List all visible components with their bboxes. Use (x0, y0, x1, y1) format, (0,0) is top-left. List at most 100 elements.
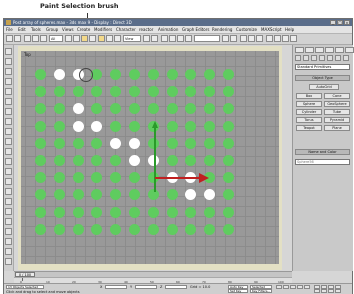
particles-icon[interactable] (5, 168, 12, 175)
material-editor-icon[interactable] (266, 35, 273, 42)
sphere[interactable] (35, 137, 46, 149)
patch-grid-icon[interactable] (5, 178, 12, 185)
selection-filter-dropdown[interactable]: All (49, 35, 63, 42)
sphere[interactable] (166, 223, 178, 235)
display-icon[interactable] (5, 138, 12, 145)
hierarchy-tab-icon[interactable] (315, 47, 324, 53)
menu-animation[interactable]: Animation (158, 26, 178, 33)
menu-group[interactable]: Group (46, 26, 58, 33)
sphere[interactable] (147, 69, 159, 80)
sphere[interactable] (223, 155, 234, 166)
hierarchy-icon[interactable] (5, 118, 12, 125)
undo-icon[interactable] (6, 35, 13, 42)
sphere[interactable] (166, 69, 178, 80)
mirror-icon[interactable] (222, 35, 229, 42)
tab-panel-icon[interactable] (5, 48, 12, 55)
field-of-view-icon[interactable] (314, 289, 320, 293)
pyramid-button[interactable]: Pyramid (324, 117, 350, 123)
sphere[interactable] (110, 120, 122, 132)
unlink-icon[interactable] (32, 35, 39, 42)
sphere[interactable] (185, 206, 197, 218)
redo-icon[interactable] (14, 35, 21, 42)
reactor-icon[interactable] (5, 218, 12, 225)
select-manipulate-icon[interactable] (151, 35, 158, 42)
sphere[interactable] (223, 223, 234, 235)
previous-frame-icon[interactable] (283, 285, 289, 289)
sphere[interactable] (147, 223, 159, 235)
shapes-icon[interactable] (303, 55, 309, 61)
sphere[interactable] (72, 189, 84, 201)
set-key-button[interactable]: Set Key (228, 289, 248, 293)
snaps-toggle-icon[interactable] (161, 35, 168, 42)
render-setup-icon[interactable] (274, 35, 281, 42)
sphere[interactable] (204, 137, 216, 149)
sphere-selected[interactable] (110, 137, 122, 149)
sphere[interactable] (53, 120, 65, 132)
go-to-end-icon[interactable] (304, 285, 310, 289)
play-icon[interactable] (290, 285, 296, 289)
sphere[interactable] (223, 69, 234, 80)
sphere-selected[interactable] (72, 120, 84, 132)
camera-match-icon[interactable] (5, 258, 12, 265)
sphere[interactable] (185, 120, 197, 132)
systems-icon[interactable] (5, 248, 12, 255)
cylinder-button[interactable]: Cylinder (296, 109, 322, 115)
menu-create[interactable]: Create (77, 26, 90, 33)
go-to-start-icon[interactable] (276, 285, 282, 289)
menu-help[interactable]: Help (285, 26, 294, 33)
menu-customize[interactable]: Customize (236, 26, 257, 33)
sphere-button[interactable]: Sphere (296, 101, 322, 107)
sphere[interactable] (72, 137, 84, 149)
sphere[interactable] (53, 172, 65, 184)
menu-reactor[interactable]: reactor (139, 26, 153, 33)
layer-manager-icon[interactable] (240, 35, 247, 42)
sphere[interactable] (166, 86, 178, 98)
sphere[interactable] (223, 137, 234, 149)
next-frame-icon[interactable] (297, 285, 303, 289)
motion-icon[interactable] (5, 128, 12, 135)
nurbs-icon[interactable] (5, 188, 12, 195)
sphere[interactable] (166, 189, 178, 201)
sphere[interactable] (72, 172, 84, 184)
sphere[interactable] (129, 223, 140, 235)
sphere[interactable] (204, 206, 216, 218)
sphere[interactable] (110, 206, 122, 218)
sphere[interactable] (166, 120, 178, 132)
modify-tab-icon[interactable] (305, 47, 314, 53)
sphere[interactable] (72, 206, 84, 218)
display-tab-icon[interactable] (335, 47, 344, 53)
maximize-button[interactable]: □ (337, 20, 343, 25)
sphere[interactable] (35, 69, 46, 80)
dynamics-icon[interactable] (5, 198, 12, 205)
compound-icon[interactable] (5, 158, 12, 165)
sphere[interactable] (147, 206, 159, 218)
move-gizmo-y-axis[interactable] (154, 127, 156, 192)
named-selection-sets-dropdown[interactable] (194, 35, 220, 42)
spacewarps-icon[interactable] (335, 55, 341, 61)
sphere[interactable] (53, 86, 65, 98)
torus-button[interactable]: Torus (296, 117, 322, 123)
sphere[interactable] (166, 206, 178, 218)
object-type-rollout[interactable]: Object Type (295, 75, 350, 81)
sphere[interactable] (223, 120, 234, 132)
object-name-field[interactable]: Sphere56 (295, 159, 350, 165)
sphere[interactable] (35, 206, 46, 218)
move-gizmo-x-arrow[interactable] (199, 173, 209, 183)
sphere[interactable] (223, 206, 234, 218)
pivot-center-icon[interactable] (143, 35, 150, 42)
sphere[interactable] (166, 137, 178, 149)
render-type-icon[interactable] (290, 35, 297, 42)
sphere[interactable] (129, 120, 140, 132)
autogrid-checkbox[interactable]: AutoGrid (309, 84, 339, 90)
select-object-icon[interactable] (65, 35, 72, 42)
sphere[interactable] (53, 137, 65, 149)
x-coordinate-field[interactable] (105, 285, 127, 289)
geosphere-button[interactable]: GeoSphere (324, 101, 350, 107)
motion-tab-icon[interactable] (325, 47, 334, 53)
cameras-icon[interactable] (319, 55, 325, 61)
sphere-selected[interactable] (129, 155, 140, 166)
select-by-name-icon[interactable] (73, 35, 80, 42)
name-and-color-rollout[interactable]: Name and Color (295, 149, 350, 155)
menu-maxscript[interactable]: MAXScript (261, 26, 282, 33)
viewport-top[interactable]: Top (21, 51, 279, 264)
